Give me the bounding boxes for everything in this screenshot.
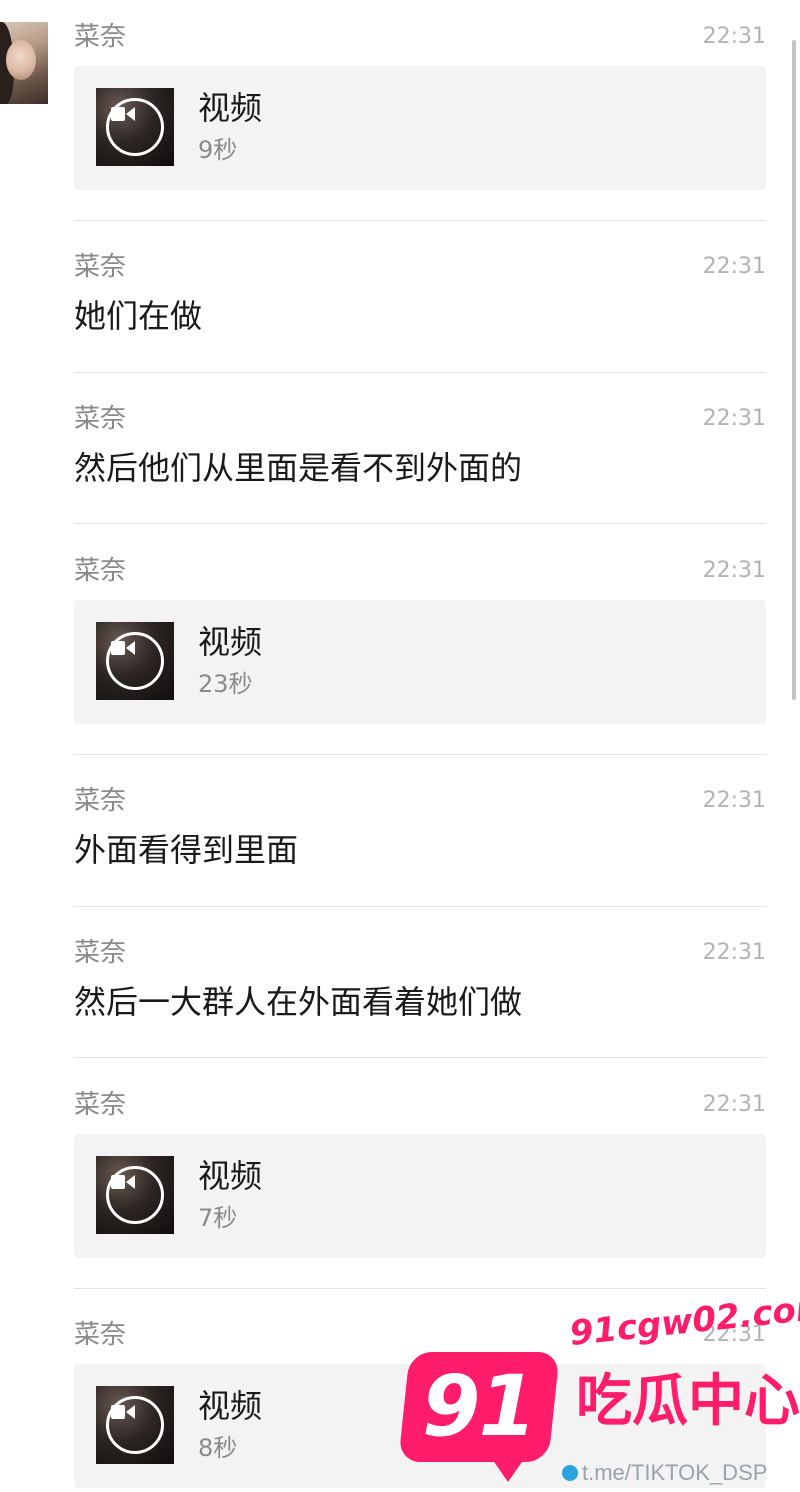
video-label: 视频 [198,89,263,127]
camera-body [111,1405,125,1419]
watermark: 91 91cgw02.com 吃瓜中心 t.me/TIKTOK_DSP [398,1287,800,1492]
video-duration: 7秒 [198,1204,238,1232]
camera-lens [126,641,135,655]
message-divider [74,1057,766,1058]
message-time: 22:31 [702,24,766,49]
message-divider [74,1288,766,1289]
telegram-icon [562,1465,578,1481]
message-video: 菜奈 22:31 视频 7秒 [74,1088,766,1258]
message-body: 然后他们从里面是看不到外面的 [74,449,523,487]
sender-name: 菜奈 [74,1090,127,1120]
message-text: 菜奈 22:31 然后他们从里面是看不到外面的 [74,402,766,502]
camera-lens [126,107,135,121]
watermark-name: 吃瓜中心 [576,1369,800,1434]
video-label: 视频 [198,1387,263,1425]
video-label: 视频 [198,623,263,661]
message-time: 22:31 [702,558,766,583]
message-text: 菜奈 22:31 然后一大群人在外面看着她们做 [74,936,766,1036]
camera-body [111,1175,125,1189]
message-body: 然后一大群人在外面看着她们做 [74,983,523,1021]
sender-name: 菜奈 [74,938,127,968]
message-text: 菜奈 22:31 她们在做 [74,250,766,350]
message-time: 22:31 [702,254,766,279]
message-video: 菜奈 22:31 视频 23秒 [74,554,766,724]
message-text: 菜奈 22:31 外面看得到里面 [74,784,766,884]
message-time: 22:31 [702,788,766,813]
message-divider [74,906,766,907]
sender-name: 菜奈 [74,22,127,52]
scrollbar[interactable] [792,40,796,700]
message-time: 22:31 [702,940,766,965]
camera-body [111,641,125,655]
video-duration: 9秒 [198,136,238,164]
sender-name: 菜奈 [74,1320,127,1350]
sender-name: 菜奈 [74,252,127,282]
message-video: 菜奈 22:31 视频 9秒 [74,20,766,190]
watermark-badge-tail [490,1456,526,1482]
sender-name: 菜奈 [74,404,127,434]
sender-name: 菜奈 [74,786,127,816]
camera-body [111,107,125,121]
avatar-face [6,40,36,80]
video-thumbnail[interactable] [96,1156,174,1234]
camera-lens [126,1175,135,1189]
video-card[interactable]: 视频 9秒 [74,66,766,190]
telegram-handle: t.me/TIKTOK_DSP [582,1460,768,1485]
video-duration: 8秒 [198,1434,238,1462]
message-time: 22:31 [702,406,766,431]
video-label: 视频 [198,1157,263,1195]
video-duration: 23秒 [198,670,253,698]
video-thumbnail[interactable] [96,88,174,166]
watermark-number: 91 [422,1357,537,1455]
message-body: 外面看得到里面 [74,831,299,869]
video-thumbnail[interactable] [96,1386,174,1464]
video-thumbnail[interactable] [96,622,174,700]
camera-lens [126,1405,135,1419]
message-divider [74,754,766,755]
message-divider [74,523,766,524]
video-card[interactable]: 视频 23秒 [74,600,766,724]
watermark-site: 91cgw02.com [567,1286,800,1354]
message-time: 22:31 [702,1092,766,1117]
video-card[interactable]: 视频 7秒 [74,1134,766,1258]
sender-avatar[interactable] [0,22,48,104]
message-divider [74,220,766,221]
sender-name: 菜奈 [74,556,127,586]
message-divider [74,372,766,373]
message-body: 她们在做 [74,297,203,335]
